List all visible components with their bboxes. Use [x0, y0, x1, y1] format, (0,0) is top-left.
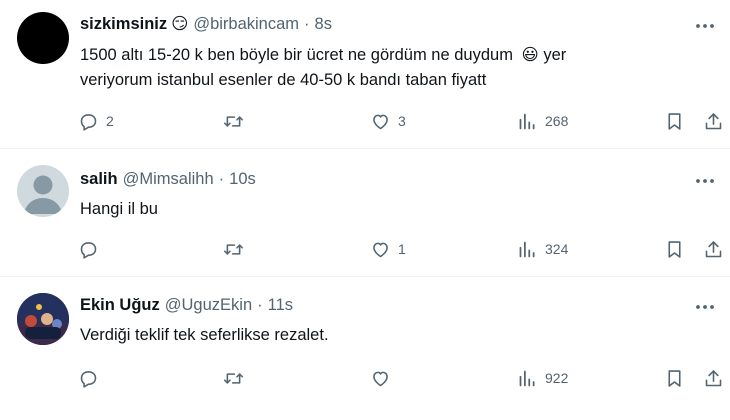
share-icon — [705, 369, 722, 386]
display-name[interactable]: salih — [80, 170, 118, 189]
retweet-button[interactable] — [223, 366, 251, 390]
share-icon — [705, 112, 722, 129]
retweet-icon — [223, 372, 244, 384]
like-icon — [373, 242, 388, 257]
views-button[interactable]: 268 — [517, 109, 568, 133]
separator-dot: · — [218, 169, 225, 188]
views-icon — [519, 241, 535, 257]
tweet-actions: 922 — [78, 366, 730, 390]
reply-button[interactable] — [78, 237, 106, 261]
tweet-header: Ekin Uğuz @UguzEkin · 11s — [80, 294, 293, 316]
bookmark-button[interactable] — [664, 109, 685, 133]
tweet-text: Hangi il bu — [80, 200, 158, 218]
display-name[interactable]: sizkimsiniz — [80, 15, 167, 34]
reply-icon — [80, 241, 97, 259]
user-handle[interactable]: @Mimsalihh — [123, 170, 214, 189]
share-icon — [705, 240, 722, 257]
more-icon[interactable] — [694, 173, 716, 189]
reply-icon — [80, 113, 97, 131]
profile-photo-icon — [17, 293, 69, 345]
like-button[interactable]: 3 — [370, 109, 406, 133]
tweet-actions: 1 324 — [78, 237, 730, 261]
tweet-text-line-end: yer — [543, 46, 567, 64]
share-button[interactable] — [703, 109, 724, 133]
like-icon — [373, 114, 388, 129]
reply-count: 2 — [106, 113, 114, 129]
tweet-text: Verdiği teklif tek seferlikse rezalet. — [80, 326, 329, 344]
timestamp[interactable]: 8s — [315, 15, 332, 34]
like-icon — [373, 371, 388, 386]
like-count: 3 — [398, 113, 406, 129]
separator-dot: · — [257, 295, 263, 314]
reply-icon — [80, 370, 97, 388]
avatar[interactable] — [17, 165, 69, 217]
tweet[interactable]: Ekin Uğuz @UguzEkin · 11s Verdiği teklif… — [0, 277, 730, 420]
bookmark-icon — [668, 112, 681, 130]
views-button[interactable]: 922 — [517, 366, 568, 390]
user-handle[interactable]: @UguzEkin — [165, 296, 252, 315]
more-icon[interactable] — [694, 18, 716, 34]
like-button[interactable]: 1 — [370, 237, 406, 261]
tweet[interactable]: sizkimsiniz 😏 @birbakincam · 8s 1500 alt… — [0, 0, 730, 148]
like-count: 1 — [398, 241, 406, 257]
bookmark-button[interactable] — [664, 366, 685, 390]
tweet-text: 1500 altı 15-20 k ben böyle bir ücret ne… — [80, 43, 710, 93]
share-button[interactable] — [703, 366, 724, 390]
retweet-button[interactable] — [223, 109, 251, 133]
bookmark-button[interactable] — [664, 237, 685, 261]
display-name[interactable]: Ekin Uğuz — [80, 296, 160, 315]
tweet-text-line: veriyorum istanbul esenler de 40-50 k ba… — [80, 71, 487, 89]
views-button[interactable]: 324 — [517, 237, 568, 261]
views-count: 268 — [545, 113, 569, 129]
smile-emoji: 😃 — [521, 46, 539, 64]
avatar[interactable] — [17, 12, 69, 64]
tweet-actions: 2 3 268 — [78, 109, 730, 133]
user-handle[interactable]: @birbakincam — [193, 15, 299, 34]
tweet-header: salih @Mimsalihh · 10s — [80, 168, 256, 190]
retweet-icon — [223, 115, 244, 127]
like-button[interactable] — [370, 366, 398, 390]
views-count: 922 — [545, 370, 569, 386]
reply-button[interactable]: 2 — [78, 109, 114, 133]
tweet-header: sizkimsiniz 😏 @birbakincam · 8s — [80, 13, 332, 35]
bookmark-icon — [668, 369, 681, 387]
timestamp[interactable]: 11s — [268, 296, 293, 315]
reply-button[interactable] — [78, 366, 106, 390]
name-emoji: 😏 — [171, 15, 189, 33]
tweet[interactable]: salih @Mimsalihh · 10s Hangi il bu 1 324 — [0, 149, 730, 276]
views-count: 324 — [545, 241, 569, 257]
avatar[interactable] — [17, 293, 69, 345]
separator-dot: · — [304, 14, 310, 33]
tweet-text-line: 1500 altı 15-20 k ben böyle bir ücret ne… — [80, 46, 513, 64]
default-avatar-icon — [24, 175, 62, 214]
retweet-button[interactable] — [223, 237, 251, 261]
retweet-icon — [223, 243, 244, 255]
views-icon — [519, 370, 535, 386]
share-button[interactable] — [703, 237, 724, 261]
views-icon — [519, 113, 535, 129]
timestamp[interactable]: 10s — [229, 170, 256, 189]
more-icon[interactable] — [694, 299, 716, 315]
bookmark-icon — [668, 240, 681, 258]
